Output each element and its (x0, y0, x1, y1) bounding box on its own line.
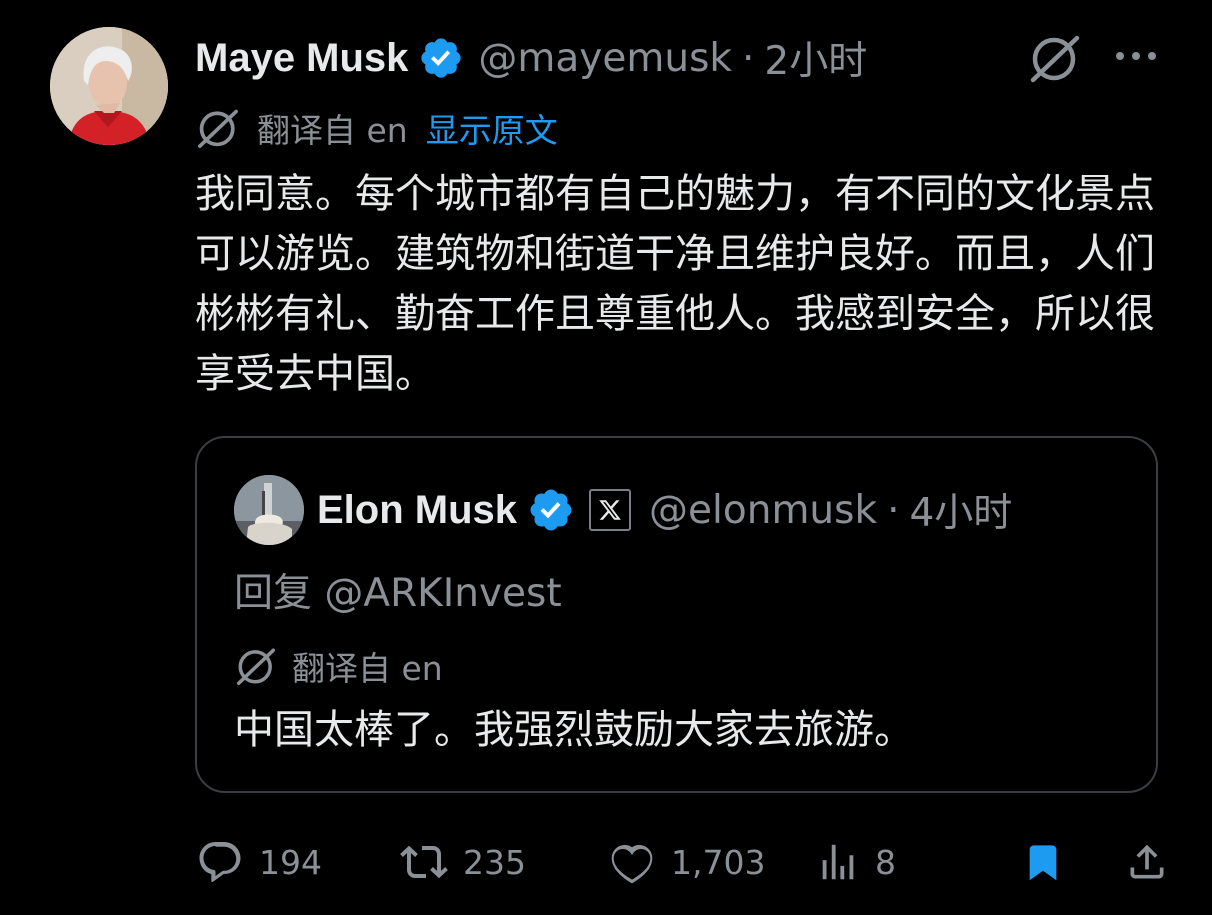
author-name[interactable]: Maye Musk (195, 36, 408, 81)
like-count: 1,703 (671, 842, 766, 882)
reply-to-label: 回复 @ARKInvest (234, 571, 562, 616)
quoted-avatar[interactable] (234, 475, 304, 545)
quoted-author-name[interactable]: Elon Musk (317, 488, 517, 533)
avatar-image (50, 27, 168, 145)
tweet-text: 我同意。每个城市都有自己的魅力，有不同的文化景点可以游览。建筑物和街道干净且维护… (195, 171, 1155, 397)
x-logo-icon (589, 489, 632, 531)
tweet: Maye Musk @mayemusk · 2小时 翻译自 en 显示原文 我同… (0, 0, 1212, 915)
reply-icon (199, 842, 241, 883)
bookmark-button[interactable] (1023, 832, 1063, 892)
quoted-tweet[interactable]: Elon Musk @elonmusk · 4小时 回复 @ARKInvest … (195, 436, 1158, 793)
reply-count: 194 (259, 842, 322, 882)
tweet-time[interactable]: 2小时 (764, 30, 867, 86)
grok-icon (236, 648, 276, 686)
author-handle[interactable]: @mayemusk (478, 36, 732, 81)
quoted-avatar-image (234, 475, 304, 545)
more-icon[interactable] (1112, 44, 1160, 68)
share-button[interactable] (1125, 832, 1169, 892)
tweet-header: Maye Musk @mayemusk · 2小时 (195, 30, 867, 86)
share-icon (1130, 844, 1164, 879)
quoted-header: Elon Musk @elonmusk · 4小时 (317, 482, 1012, 538)
quoted-tweet-time[interactable]: 4小时 (909, 482, 1012, 538)
retweet-count: 235 (463, 842, 526, 882)
like-button[interactable]: 1,703 (607, 832, 765, 892)
retweet-icon (400, 845, 448, 879)
grok-icon (198, 109, 238, 148)
verified-badge-icon (421, 38, 462, 78)
action-bar: 194 235 1,703 8 (195, 832, 1195, 892)
views-icon (822, 844, 854, 880)
views-button[interactable]: 8 (815, 832, 896, 892)
reply-button[interactable]: 194 (195, 832, 322, 892)
show-original-link[interactable]: 显示原文 (426, 104, 558, 152)
verified-badge-icon (530, 489, 572, 531)
quoted-author-handle[interactable]: @elonmusk (649, 488, 877, 533)
retweet-button[interactable]: 235 (399, 832, 526, 892)
bookmark-icon (1029, 845, 1057, 881)
quoted-translation-notice: 翻译自 en (234, 642, 443, 690)
avatar[interactable] (50, 27, 168, 145)
quoted-translated-from-label: 翻译自 en (292, 649, 443, 688)
separator-dot: · (887, 487, 900, 533)
grok-icon[interactable] (1027, 32, 1083, 84)
separator-dot: · (742, 35, 755, 81)
quoted-tweet-text: 中国太棒了。我强烈鼓励大家去旅游。 (234, 707, 914, 753)
like-icon (611, 845, 653, 884)
translation-notice: 翻译自 en 显示原文 (195, 104, 558, 152)
translated-from-label: 翻译自 en (257, 111, 408, 150)
views-count: 8 (875, 842, 896, 882)
